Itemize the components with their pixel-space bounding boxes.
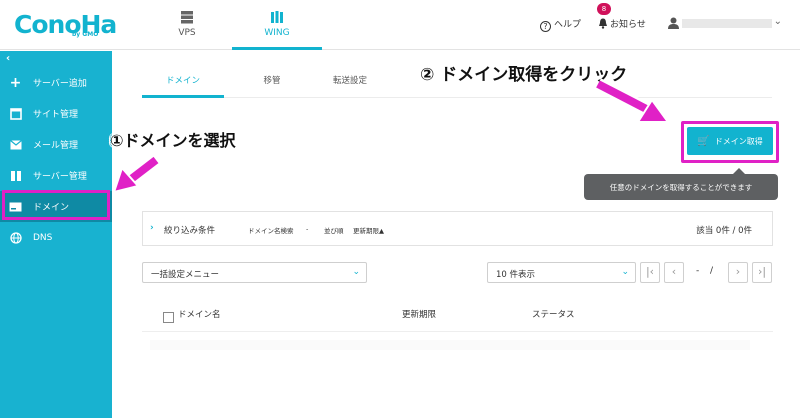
next-page-icon: ›	[735, 265, 741, 278]
per-page-value: 10 件表示	[496, 270, 536, 280]
sidebar-item-mail-manage[interactable]: メール管理	[0, 129, 112, 160]
bulk-settings-select[interactable]: 一括設定メニュー ⌄	[142, 262, 367, 283]
column-status[interactable]: ステータス	[532, 308, 575, 320]
current-page: -	[696, 266, 700, 276]
notice-badge: 8	[597, 3, 611, 15]
sidebar-item-server-manage[interactable]: サーバー管理	[0, 160, 112, 191]
filter-sort-value: 更新期限▲	[353, 227, 384, 235]
sidebar-item-label: DNS	[33, 232, 53, 243]
sidebar-item-add-server[interactable]: + サーバー追加	[0, 67, 112, 98]
chevron-down-icon: ⌄	[773, 16, 782, 27]
next-page-button[interactable]: ›	[728, 262, 748, 283]
plus-icon: +	[9, 74, 22, 91]
conoha-logo[interactable]: ConoHa	[14, 10, 117, 39]
server-icon	[181, 11, 193, 24]
sidebar-item-site-manage[interactable]: サイト管理	[0, 98, 112, 129]
per-page-select[interactable]: 10 件表示 ⌄	[487, 262, 636, 283]
table-row	[150, 340, 750, 350]
sidebar-highlight-frame	[2, 190, 110, 220]
column-expiry[interactable]: 更新期限	[402, 308, 436, 320]
sidebar-item-label: サーバー管理	[33, 172, 87, 182]
filter-search-label: ドメイン名検索	[248, 227, 294, 235]
mail-icon	[9, 138, 22, 151]
select-all-checkbox[interactable]	[163, 312, 174, 323]
sidebar-item-label: サイト管理	[33, 110, 79, 120]
question-icon: ?	[540, 21, 551, 32]
tab-domain[interactable]: ドメイン	[142, 74, 224, 98]
result-count: 該当 0件 / 0件	[696, 226, 752, 236]
notice-link[interactable]: お知らせ	[598, 17, 646, 30]
logo-sub: by GMO	[72, 31, 99, 38]
filter-sort-label: 並び順	[324, 227, 344, 235]
filter-search-value: -	[306, 225, 309, 233]
sidebar-item-label: メール管理	[33, 141, 79, 151]
sidebar-item-dns[interactable]: DNS	[0, 222, 112, 253]
bell-icon	[599, 18, 607, 29]
annotation-step1: ①ドメインを選択	[110, 131, 236, 150]
user-name-blurred	[682, 19, 772, 28]
globe-icon	[9, 231, 22, 244]
server-manage-icon	[9, 169, 22, 182]
tab-forward-settings[interactable]: 転送設定	[325, 74, 375, 86]
user-menu[interactable]: ⌄	[668, 15, 788, 31]
tooltip: 任意のドメインを取得することができます	[584, 174, 778, 200]
window-icon	[9, 107, 22, 120]
first-page-icon: |‹	[645, 265, 655, 278]
nav-tab-vps[interactable]: VPS	[142, 0, 232, 50]
notice-label: お知らせ	[610, 20, 646, 30]
annotation-step2: ② ドメイン取得をクリック	[420, 65, 628, 85]
annotation-arrows	[112, 78, 670, 194]
prev-page-icon: ‹	[671, 265, 677, 278]
arrow-to-domain-menu	[112, 154, 160, 194]
sidebar: ‹ + サーバー追加 サイト管理 メール管理 サーバー管理 ドメイン DNS	[0, 51, 112, 418]
chevron-down-icon: ⌄	[621, 267, 629, 277]
sidebar-collapse-icon[interactable]: ‹	[0, 51, 112, 67]
sidebar-item-label: サーバー追加	[33, 79, 87, 89]
help-label: ヘルプ	[554, 20, 582, 30]
header: ConoHa by GMO VPS WING ? ヘルプ 8 お知らせ ⌄	[0, 0, 800, 50]
filter-bar[interactable]: › 絞り込み条件 ドメイン名検索 - 並び順 更新期限▲ 該当 0件 / 0件	[142, 211, 773, 246]
help-link[interactable]: ? ヘルプ	[540, 17, 581, 32]
page-separator: /	[710, 266, 714, 276]
last-page-button[interactable]: ›|	[752, 262, 772, 283]
first-page-button[interactable]: |‹	[640, 262, 660, 283]
nav-tab-wing[interactable]: WING	[232, 0, 322, 50]
user-icon	[668, 17, 679, 29]
prev-page-button[interactable]: ‹	[664, 262, 684, 283]
table-divider	[142, 331, 773, 332]
last-page-icon: ›|	[757, 265, 767, 278]
bulk-settings-value: 一括設定メニュー	[151, 270, 220, 280]
nav-tab-wing-label: WING	[264, 28, 290, 38]
nav-tab-vps-label: VPS	[178, 28, 196, 38]
column-domain-name[interactable]: ドメイン名	[178, 308, 221, 320]
filter-label: 絞り込み条件	[164, 226, 216, 236]
chevron-right-icon: ›	[150, 223, 154, 233]
tab-transfer[interactable]: 移管	[252, 74, 292, 86]
highlight-frame	[681, 121, 779, 163]
wing-icon	[271, 11, 283, 23]
chevron-down-icon: ⌄	[352, 267, 360, 277]
